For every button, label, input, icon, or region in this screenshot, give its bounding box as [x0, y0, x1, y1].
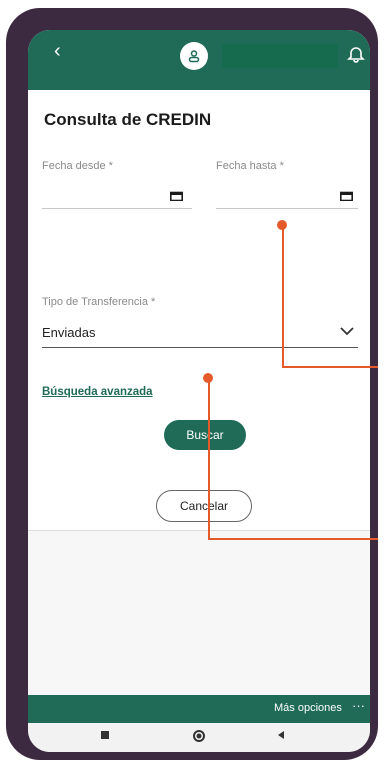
back-triangle-icon[interactable] [276, 729, 286, 741]
calendar-icon[interactable] [170, 191, 183, 201]
buscar-button[interactable]: Buscar [164, 420, 246, 450]
app-header: ‹ [28, 30, 370, 90]
main-content: Consulta de CREDIN Fecha desde * Fecha h… [28, 90, 370, 530]
app-screen: ‹ Consulta de CREDIN Fecha desde * Fecha… [28, 30, 370, 752]
fecha-hasta-label: Fecha hasta * [216, 160, 284, 172]
callout-line [208, 378, 210, 540]
user-name-redacted [222, 44, 338, 68]
busqueda-avanzada-link[interactable]: Búsqueda avanzada [42, 386, 153, 398]
fecha-desde-label: Fecha desde * [42, 160, 113, 172]
empty-results-area [28, 531, 370, 695]
fecha-desde-field[interactable] [42, 208, 192, 209]
mas-opciones-button[interactable]: Más opciones [274, 702, 342, 714]
callout-line [282, 225, 284, 368]
bottom-options-bar: Más opciones ··· [28, 695, 370, 723]
recent-apps-icon[interactable] [100, 729, 110, 741]
side-button [6, 260, 15, 318]
tipo-transferencia-label: Tipo de Transferencia * [42, 296, 156, 308]
callout-line [208, 538, 378, 540]
cancelar-button[interactable]: Cancelar [156, 490, 252, 522]
page-title: Consulta de CREDIN [44, 110, 212, 129]
chevron-down-icon[interactable] [340, 326, 354, 336]
more-dots-icon[interactable]: ··· [352, 698, 365, 713]
home-icon[interactable] [192, 729, 206, 743]
callout-line [282, 366, 378, 368]
phone-frame: ‹ Consulta de CREDIN Fecha desde * Fecha… [6, 8, 378, 760]
side-button [6, 186, 15, 244]
fecha-hasta-field[interactable] [216, 208, 358, 209]
calendar-icon[interactable] [340, 191, 353, 201]
side-button [6, 130, 15, 160]
tipo-transferencia-select[interactable]: Enviadas [42, 325, 95, 340]
select-underline [42, 347, 358, 348]
bell-icon[interactable] [346, 44, 366, 64]
back-chevron-icon[interactable]: ‹ [54, 40, 61, 63]
user-icon[interactable] [180, 42, 208, 70]
android-nav-bar [28, 723, 370, 752]
